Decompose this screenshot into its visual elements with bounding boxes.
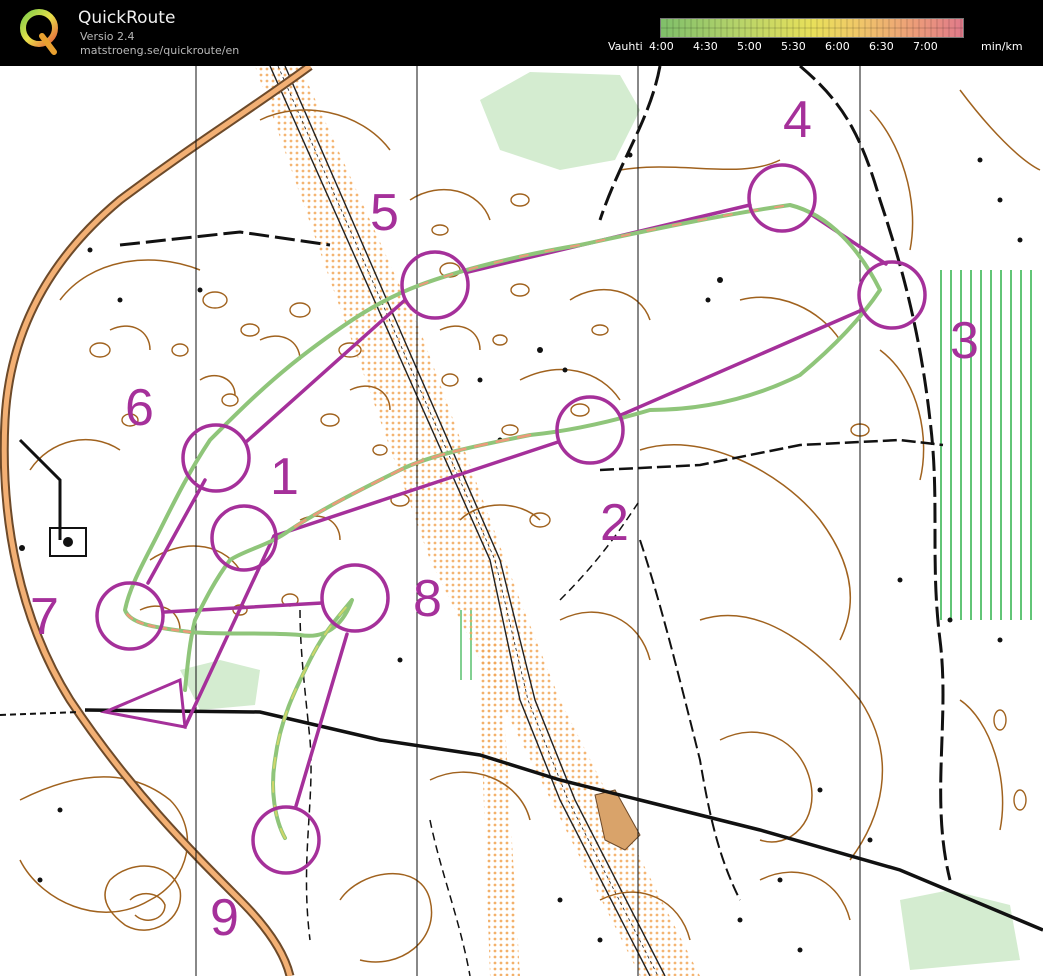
control-number-2: 2 [600,494,629,552]
control-number-5: 5 [370,184,399,242]
control-circle-5[interactable] [400,250,470,320]
pace-label: Vauhti [608,40,643,53]
pace-tick-0: 4:00 [649,40,674,53]
control-circle-3[interactable] [857,260,927,330]
pace-tick-5: 6:30 [869,40,894,53]
quickroute-logo-icon [20,9,58,55]
control-circle-9[interactable] [251,805,321,875]
app-url: matstroeng.se/quickroute/en [80,44,240,57]
map-canvas[interactable]: 1 2 3 4 5 6 7 8 9 [0,66,1043,976]
control-number-1: 1 [270,448,299,506]
pace-tick-1: 4:30 [693,40,718,53]
app-version: Versio 2.4 [80,30,135,43]
pace-tick-3: 5:30 [781,40,806,53]
control-number-7: 7 [30,588,59,646]
orienteering-map[interactable]: 1 2 3 4 5 6 7 8 9 [0,66,1043,976]
control-number-3: 3 [950,312,979,370]
control-circle-8[interactable] [320,563,390,633]
pace-gradient-bar [660,18,964,38]
pace-tick-2: 5:00 [737,40,762,53]
roads [0,66,1043,976]
control-number-8: 8 [413,570,442,628]
pace-tick-4: 6:00 [825,40,850,53]
control-circle-1[interactable] [210,504,278,572]
control-number-9: 9 [210,889,239,947]
app-header: QuickRoute Versio 2.4 matstroeng.se/quic… [0,0,1043,66]
pace-tick-6: 7:00 [913,40,938,53]
control-circle-4[interactable] [747,163,817,233]
control-number-4: 4 [783,91,812,149]
control-circles [95,163,927,875]
pace-unit: min/km [981,40,1023,53]
app-title: QuickRoute [78,8,176,28]
control-number-6: 6 [125,379,154,437]
